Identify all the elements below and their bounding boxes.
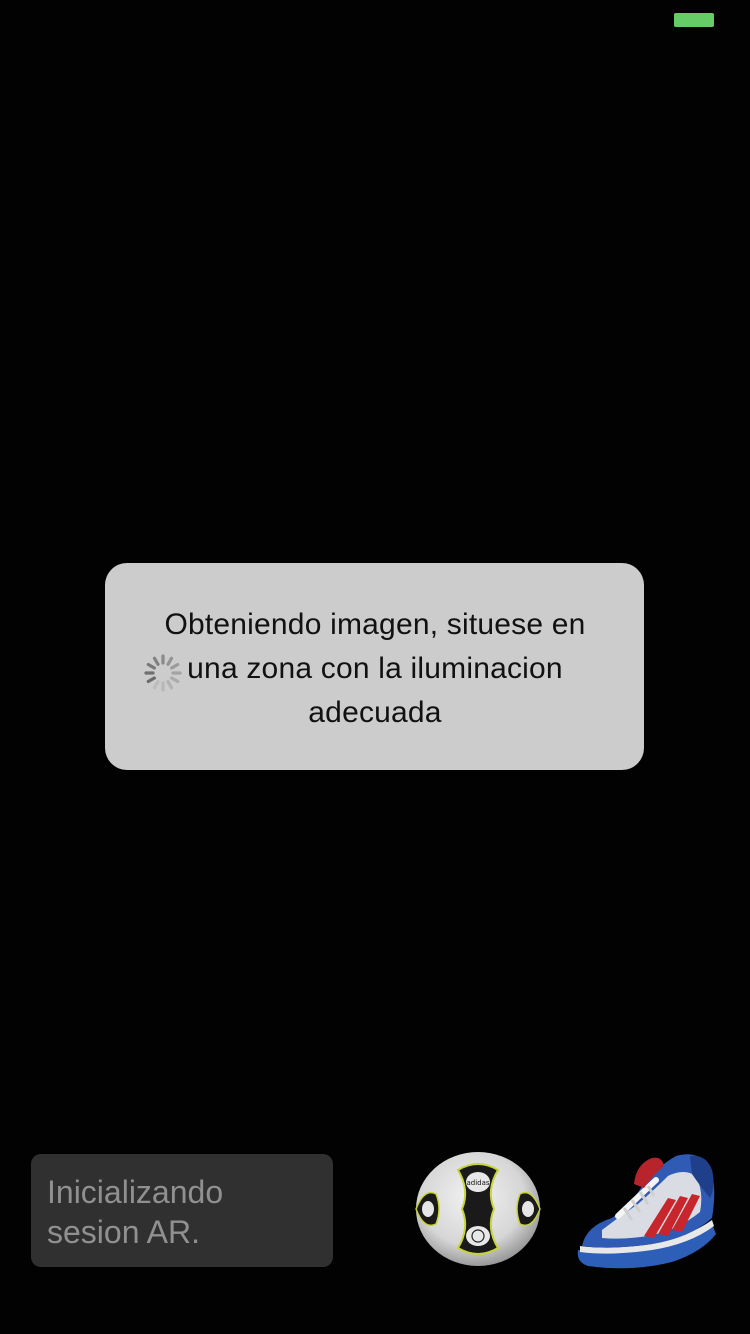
sneaker-icon[interactable] <box>572 1146 722 1272</box>
battery-icon <box>674 13 714 27</box>
dialog-message: Obteniendo imagen, situese en una zona c… <box>164 608 586 729</box>
status-panel: Inicializando sesion AR. <box>31 1154 333 1267</box>
status-text: Inicializando sesion AR. <box>47 1174 224 1250</box>
soccer-ball-icon[interactable]: adidas <box>414 1150 542 1268</box>
svg-text:adidas: adidas <box>466 1179 489 1187</box>
loading-dialog: Obteniendo imagen, situese en una zona c… <box>105 563 644 770</box>
